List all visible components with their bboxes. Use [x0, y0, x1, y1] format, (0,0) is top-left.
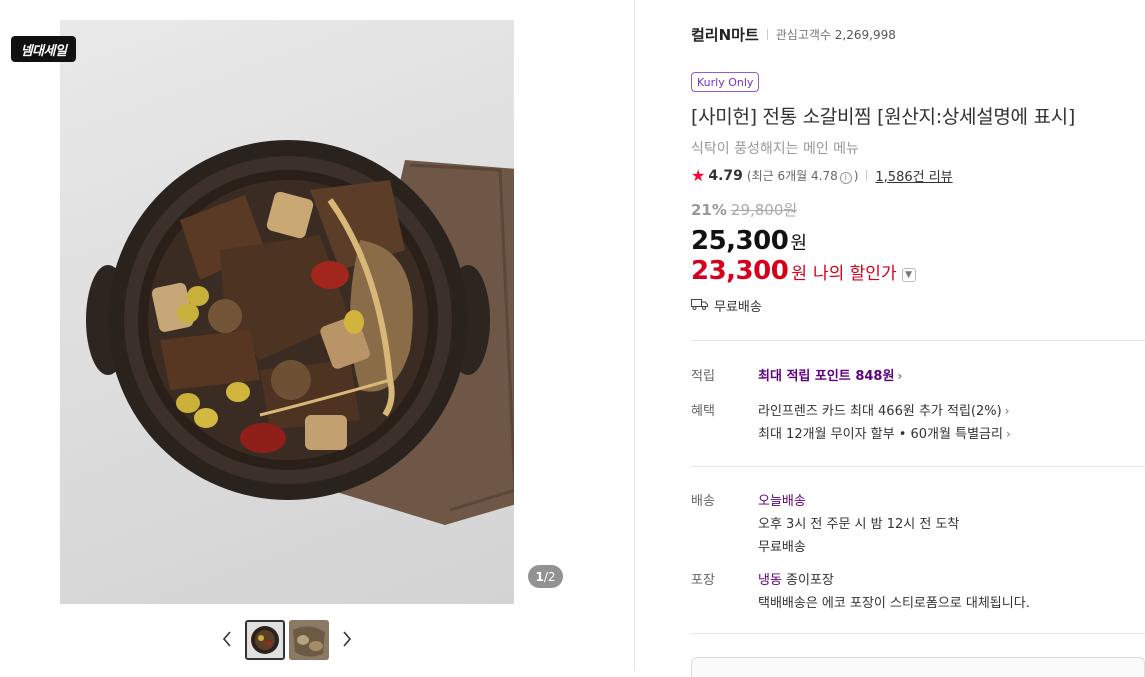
column-divider	[634, 0, 635, 671]
benefit-card-link[interactable]: 라인프렌즈 카드 최대 466원 추가 적립(2%) ›	[758, 400, 1010, 419]
thumbnail-image-2	[289, 620, 329, 660]
product-title: [사미헌] 전통 소갈비찜 [원산지:상세설명에 표시]	[691, 106, 1075, 128]
free-shipping-row: 무료배송	[691, 296, 762, 315]
section-divider-1	[691, 340, 1145, 341]
delivery-label: 배송	[691, 494, 715, 509]
option-select-box[interactable]	[691, 657, 1145, 677]
benefit-line-2: 최대 12개월 무이자 할부 • 60개월 특별금리	[758, 427, 1003, 442]
rating-score: 4.79	[708, 167, 743, 184]
chevron-right-icon: ›	[1005, 427, 1011, 441]
image-counter-current: 1	[535, 569, 544, 584]
points-prefix: 최대 적립 포인트	[758, 369, 851, 384]
thumbnail-image-1	[247, 622, 283, 658]
packaging-temp: 냉동	[758, 573, 782, 588]
rating-recent: (최근 6개월 4.78 i)	[746, 167, 859, 184]
chevron-down-icon[interactable]: ▼	[901, 268, 916, 282]
thumbnail-next-button[interactable]	[338, 628, 356, 650]
thumbnail-1[interactable]	[245, 620, 285, 660]
points-link[interactable]: 최대 적립 포인트 848원 ›	[758, 365, 902, 384]
image-counter: 1/2	[528, 565, 563, 588]
store-divider	[766, 29, 768, 40]
sale-price-value: 25,300	[691, 226, 789, 256]
star-icon: ★	[691, 166, 706, 185]
chevron-left-icon	[222, 631, 231, 647]
store-fans-count: 2,269,998	[834, 28, 896, 42]
info-icon[interactable]: i	[839, 171, 852, 184]
product-gallery: 넴대세일 1/2	[0, 0, 634, 671]
points-label: 적립	[691, 369, 715, 384]
rating-recent-close: )	[853, 169, 859, 183]
packaging-note: 택배배송은 에코 포장이 스티로폼으로 대체됩니다.	[758, 596, 1030, 611]
discount-rate: 21%	[691, 201, 727, 219]
truck-icon	[691, 298, 708, 314]
discount-row: 21% 29,800원	[691, 199, 797, 220]
delivery-type: 오늘배송	[758, 494, 806, 509]
chevron-right-icon: ›	[897, 369, 903, 383]
points-value: 848원	[855, 369, 895, 384]
store-fans-label: 관심고객수	[775, 28, 831, 42]
rating-recent-text: (최근 6개월 4.78	[746, 169, 838, 183]
my-price-value: 23,300	[691, 256, 789, 286]
delivery-time: 오후 3시 전 주문 시 밤 12시 전 도착	[758, 517, 960, 532]
rating-divider	[866, 170, 868, 181]
kurly-only-badge: Kurly Only	[691, 72, 760, 92]
original-price: 29,800원	[730, 201, 798, 219]
store-name[interactable]: 컬리N마트	[691, 24, 759, 45]
braised-short-rib-image	[86, 140, 514, 525]
section-divider-3	[691, 633, 1145, 634]
thumbnail-prev-button[interactable]	[218, 628, 236, 650]
chevron-right-icon	[343, 631, 352, 647]
rating-row: ★ 4.79 (최근 6개월 4.78 i) 1,586건 리뷰	[691, 166, 953, 185]
thumbnail-2[interactable]	[289, 620, 329, 660]
packaging-type: 냉동 종이포장	[758, 569, 834, 588]
my-price-label: 나의 할인가	[812, 264, 897, 284]
store-fans: 관심고객수 2,269,998	[776, 26, 896, 43]
benefit-line-1: 라인프렌즈 카드 최대 466원 추가 적립(2%)	[758, 404, 1002, 419]
chevron-right-icon: ›	[1004, 404, 1010, 418]
section-divider-2	[691, 466, 1145, 467]
benefit-installment-link[interactable]: 최대 12개월 무이자 할부 • 60개월 특별금리 ›	[758, 423, 1011, 442]
sale-price-unit: 원	[790, 233, 807, 254]
benefit-label: 혜택	[691, 404, 715, 419]
my-discount-price[interactable]: 23,300 원 나의 할인가 ▼	[691, 256, 916, 286]
product-image[interactable]	[60, 20, 514, 604]
delivery-fee: 무료배송	[758, 540, 806, 555]
store-info: 컬리N마트 관심고객수 2,269,998	[691, 24, 896, 45]
product-subtitle: 식탁이 풍성해지는 메인 메뉴	[691, 141, 859, 157]
sale-price: 25,300 원	[691, 226, 807, 256]
packaging-label: 포장	[691, 573, 715, 588]
review-count-link[interactable]: 1,586건 리뷰	[875, 166, 952, 185]
free-shipping-label: 무료배송	[714, 300, 762, 315]
sale-badge: 넴대세일	[11, 36, 76, 62]
packaging-material: 종이포장	[781, 573, 834, 588]
image-counter-total: /2	[543, 569, 556, 584]
my-price-unit: 원	[791, 264, 807, 284]
